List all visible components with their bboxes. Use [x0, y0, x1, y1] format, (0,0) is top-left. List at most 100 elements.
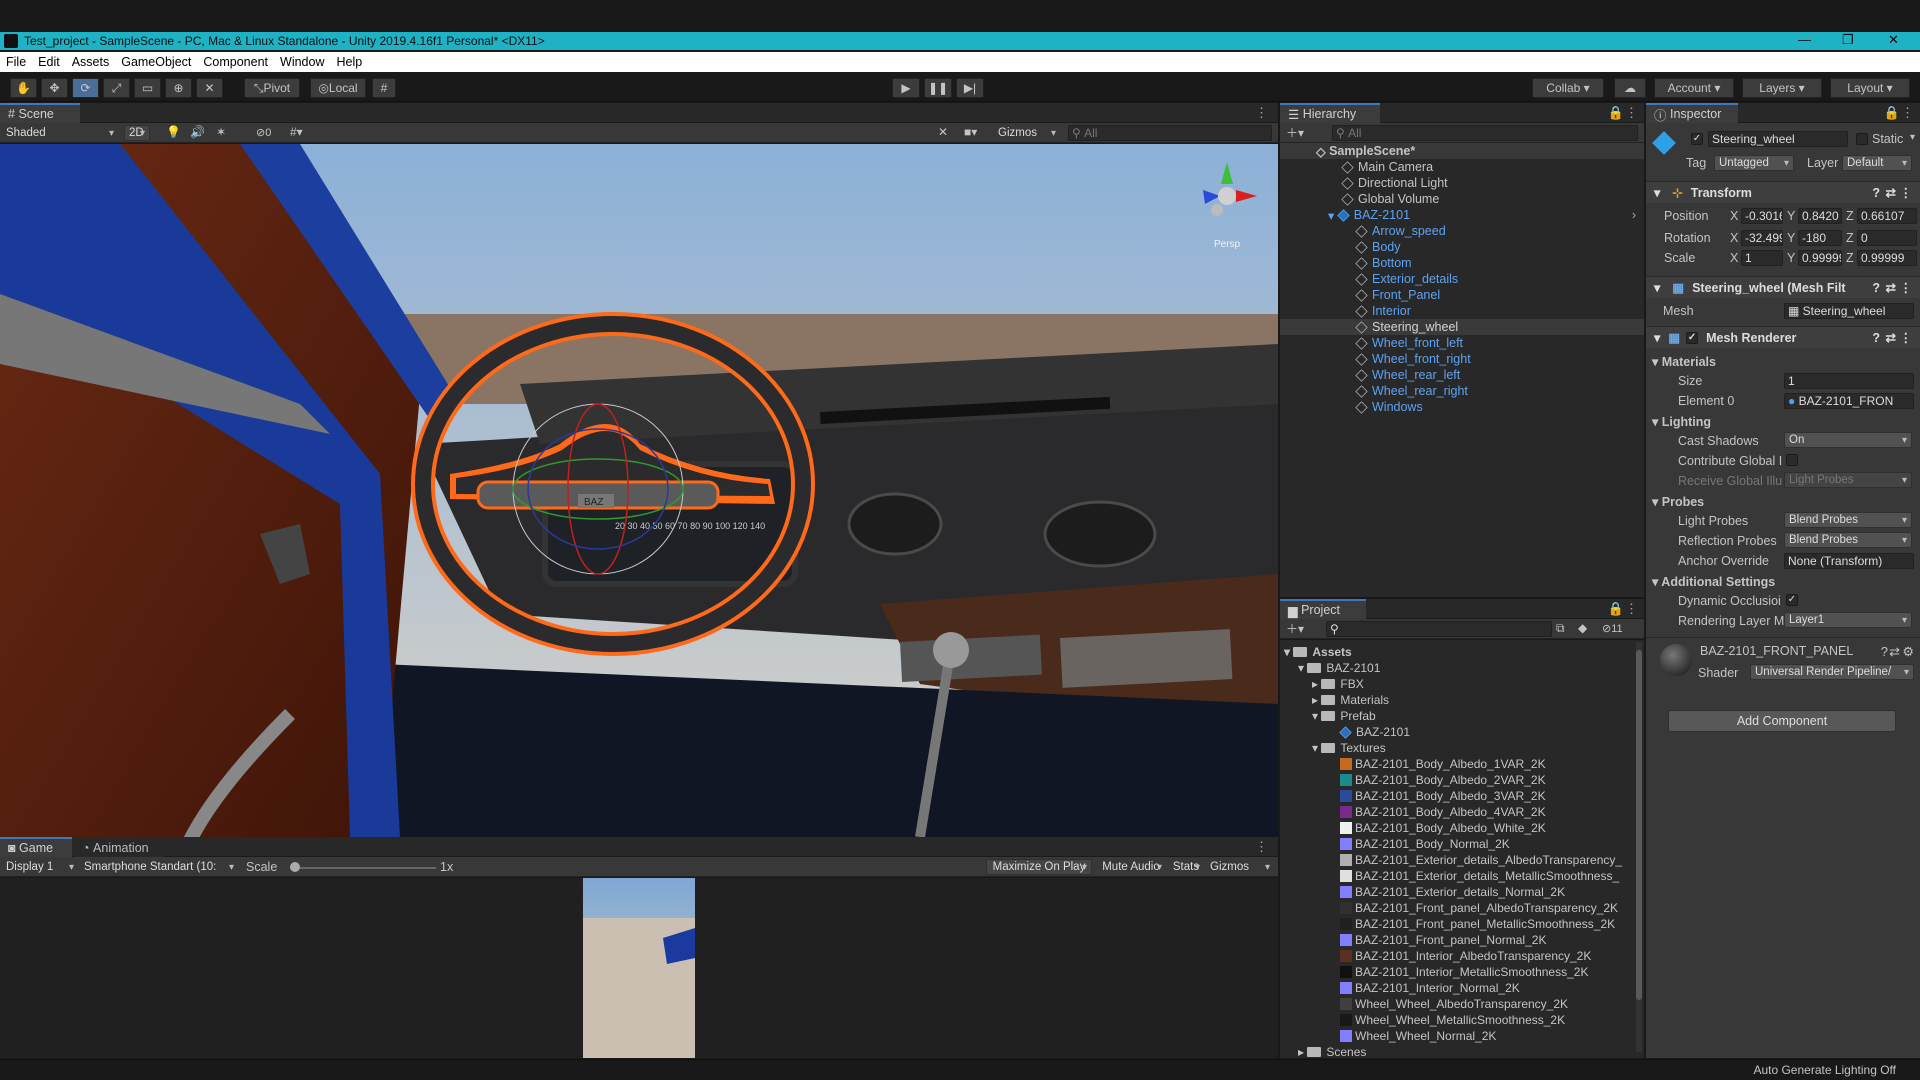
pause-button[interactable]: ❚❚: [924, 78, 952, 98]
project-scrollbar-thumb[interactable]: [1636, 650, 1642, 1000]
reflection-probes-dropdown[interactable]: Blend Probes: [1784, 532, 1912, 548]
hierarchy-item[interactable]: Wheel_rear_left: [1280, 367, 1644, 383]
texture-item[interactable]: BAZ-2101_Front_panel_MetallicSmoothness_…: [1340, 916, 1615, 932]
texture-item[interactable]: BAZ-2101_Body_Albedo_1VAR_2K: [1340, 756, 1546, 772]
close-icon[interactable]: ✕: [1888, 32, 1899, 48]
menu-component[interactable]: Component: [197, 55, 274, 69]
hierarchy-item-global-volume[interactable]: Global Volume: [1280, 191, 1439, 207]
scene-root-row[interactable]: ◇ SampleScene*: [1280, 143, 1644, 159]
hand-tool-icon[interactable]: ✋: [10, 78, 37, 98]
project-scenes-folder-row[interactable]: ▸ Scenes: [1298, 1044, 1366, 1058]
rotation-y-field[interactable]: -180: [1798, 230, 1842, 246]
project-lock-icon[interactable]: 🔒: [1608, 601, 1624, 617]
layout-dropdown[interactable]: Layout ▾: [1830, 78, 1910, 98]
project-assets-row[interactable]: ▾ Assets: [1284, 644, 1352, 660]
stats-toggle[interactable]: Stats: [1168, 859, 1204, 875]
rotate-tool-icon[interactable]: ⟳: [72, 78, 99, 98]
tab-project[interactable]: ▆ Project: [1280, 599, 1366, 619]
menu-help[interactable]: Help: [330, 55, 368, 69]
search-by-type-icon[interactable]: ⧉: [1556, 621, 1565, 636]
step-button[interactable]: ▶|: [956, 78, 984, 98]
help-icon[interactable]: ?: [1872, 281, 1880, 295]
resolution-dropdown[interactable]: Smartphone Standart (10:: [80, 859, 238, 875]
texture-item[interactable]: Wheel_Wheel_Normal_2K: [1340, 1028, 1496, 1044]
rotation-z-field[interactable]: 0: [1857, 230, 1917, 246]
cast-shadows-dropdown[interactable]: On: [1784, 432, 1912, 448]
local-toggle[interactable]: ◎ Local: [310, 78, 366, 98]
project-search-input[interactable]: ⚲: [1326, 621, 1552, 637]
inspector-lock-icon[interactable]: 🔒: [1884, 105, 1900, 121]
hierarchy-item[interactable]: Steering_wheel: [1280, 319, 1644, 335]
scene-viewport[interactable]: 20 30 40 50 60 70 80 90 100 120 140 BAZ: [0, 144, 1278, 837]
object-name-field[interactable]: Steering_wheel: [1708, 131, 1848, 147]
static-checkbox[interactable]: [1856, 133, 1868, 145]
restore-icon[interactable]: ❐: [1842, 32, 1854, 48]
search-by-label-icon[interactable]: ◆: [1578, 621, 1587, 635]
texture-item[interactable]: BAZ-2101_Interior_MetallicSmoothness_2K: [1340, 964, 1588, 980]
project-create-button[interactable]: ＋▾: [1286, 620, 1304, 637]
tab-hierarchy[interactable]: ☰ Hierarchy: [1280, 103, 1380, 123]
prefab-open-arrow-icon[interactable]: ›: [1632, 208, 1636, 222]
preset-icon[interactable]: ⇄: [1886, 280, 1896, 295]
project-hidden-toggle[interactable]: ⊘11: [1602, 622, 1623, 635]
play-button[interactable]: ▶: [892, 78, 920, 98]
project-prefab-folder-row[interactable]: ▾ Prefab: [1312, 708, 1376, 724]
project-materials-folder-row[interactable]: ▸ Materials: [1312, 692, 1389, 708]
hidden-objects-toggle[interactable]: ⊘0: [256, 126, 271, 139]
scale-tool-icon[interactable]: ⤢: [103, 78, 130, 98]
display-dropdown[interactable]: Display 1: [2, 859, 78, 875]
hierarchy-item[interactable]: Body: [1280, 239, 1644, 255]
hierarchy-item[interactable]: Windows: [1280, 399, 1644, 415]
camera-icon[interactable]: ■▾: [964, 125, 977, 139]
tag-dropdown[interactable]: Untagged: [1714, 155, 1794, 171]
shader-dropdown[interactable]: Universal Render Pipeline/: [1750, 664, 1914, 680]
project-fbx-folder-row[interactable]: ▸ FBX: [1312, 676, 1364, 692]
gizmos-dropdown[interactable]: Gizmos: [994, 125, 1060, 141]
hierarchy-search-input[interactable]: ⚲ All: [1332, 125, 1638, 141]
additional-settings-foldout[interactable]: ▾ Additional Settings: [1652, 574, 1775, 589]
game-gizmos-dropdown[interactable]: Gizmos: [1206, 859, 1274, 875]
game-panel-menu-icon[interactable]: ⋮: [1255, 839, 1268, 855]
tab-scene[interactable]: # Scene: [0, 103, 80, 123]
minimize-icon[interactable]: —: [1798, 32, 1811, 47]
lighting-foldout[interactable]: ▾ Lighting: [1652, 414, 1711, 429]
texture-item[interactable]: Wheel_Wheel_AlbedoTransparency_2K: [1340, 996, 1568, 1012]
mute-audio-toggle[interactable]: Mute Audio: [1096, 859, 1166, 875]
help-icon[interactable]: ?: [1872, 186, 1880, 200]
material-settings-icon[interactable]: ⚙: [1902, 644, 1914, 660]
hierarchy-item-baz-2101[interactable]: ▾ BAZ-2101 ›: [1280, 207, 1644, 223]
texture-item[interactable]: BAZ-2101_Body_Normal_2K: [1340, 836, 1510, 852]
component-menu-icon[interactable]: ⋮: [1900, 185, 1913, 200]
rotation-x-field[interactable]: -32.499: [1741, 230, 1783, 246]
texture-item[interactable]: BAZ-2101_Front_panel_Normal_2K: [1340, 932, 1546, 948]
preset-icon[interactable]: ⇄: [1886, 185, 1896, 200]
hierarchy-item[interactable]: Wheel_rear_right: [1280, 383, 1644, 399]
probes-foldout[interactable]: ▾ Probes: [1652, 494, 1704, 509]
hierarchy-item[interactable]: Front_Panel: [1280, 287, 1644, 303]
hierarchy-menu-icon[interactable]: ⋮: [1625, 105, 1638, 121]
lighting-toggle-icon[interactable]: 💡: [166, 125, 181, 139]
tools-icon[interactable]: ✕: [938, 125, 948, 139]
grid-toggle-icon[interactable]: #▾: [290, 125, 303, 139]
shading-mode-dropdown[interactable]: Shaded: [2, 125, 118, 141]
transform-tool-icon[interactable]: ⊕: [165, 78, 192, 98]
texture-item[interactable]: BAZ-2101_Body_Albedo_3VAR_2K: [1340, 788, 1546, 804]
scale-z-field[interactable]: 0.99999: [1857, 250, 1917, 266]
layers-dropdown[interactable]: Layers ▾: [1742, 78, 1822, 98]
cloud-icon[interactable]: ☁: [1614, 78, 1646, 98]
material-preset-icon[interactable]: ⇄: [1889, 644, 1900, 660]
hierarchy-item[interactable]: Wheel_front_right: [1280, 351, 1644, 367]
mesh-filter-header[interactable]: ▾ ▦ Steering_wheel (Mesh Filt ? ⇄ ⋮: [1646, 276, 1920, 298]
lock-icon[interactable]: 🔒: [1608, 105, 1624, 121]
project-scrollbar[interactable]: [1636, 642, 1642, 1052]
material-help-icon[interactable]: ?: [1881, 644, 1888, 659]
dynamic-occlusion-checkbox[interactable]: ✓: [1786, 594, 1798, 606]
anchor-override-field[interactable]: None (Transform): [1784, 553, 1914, 569]
mesh-renderer-enabled-checkbox[interactable]: ✓: [1686, 331, 1699, 344]
active-checkbox[interactable]: ✓: [1691, 133, 1703, 145]
hierarchy-item-directional-light[interactable]: Directional Light: [1280, 175, 1448, 191]
texture-item[interactable]: BAZ-2101_Interior_Normal_2K: [1340, 980, 1520, 996]
layer-dropdown[interactable]: Default: [1842, 155, 1912, 171]
hierarchy-item-main-camera[interactable]: Main Camera: [1280, 159, 1433, 175]
hierarchy-item[interactable]: Arrow_speed: [1280, 223, 1644, 239]
